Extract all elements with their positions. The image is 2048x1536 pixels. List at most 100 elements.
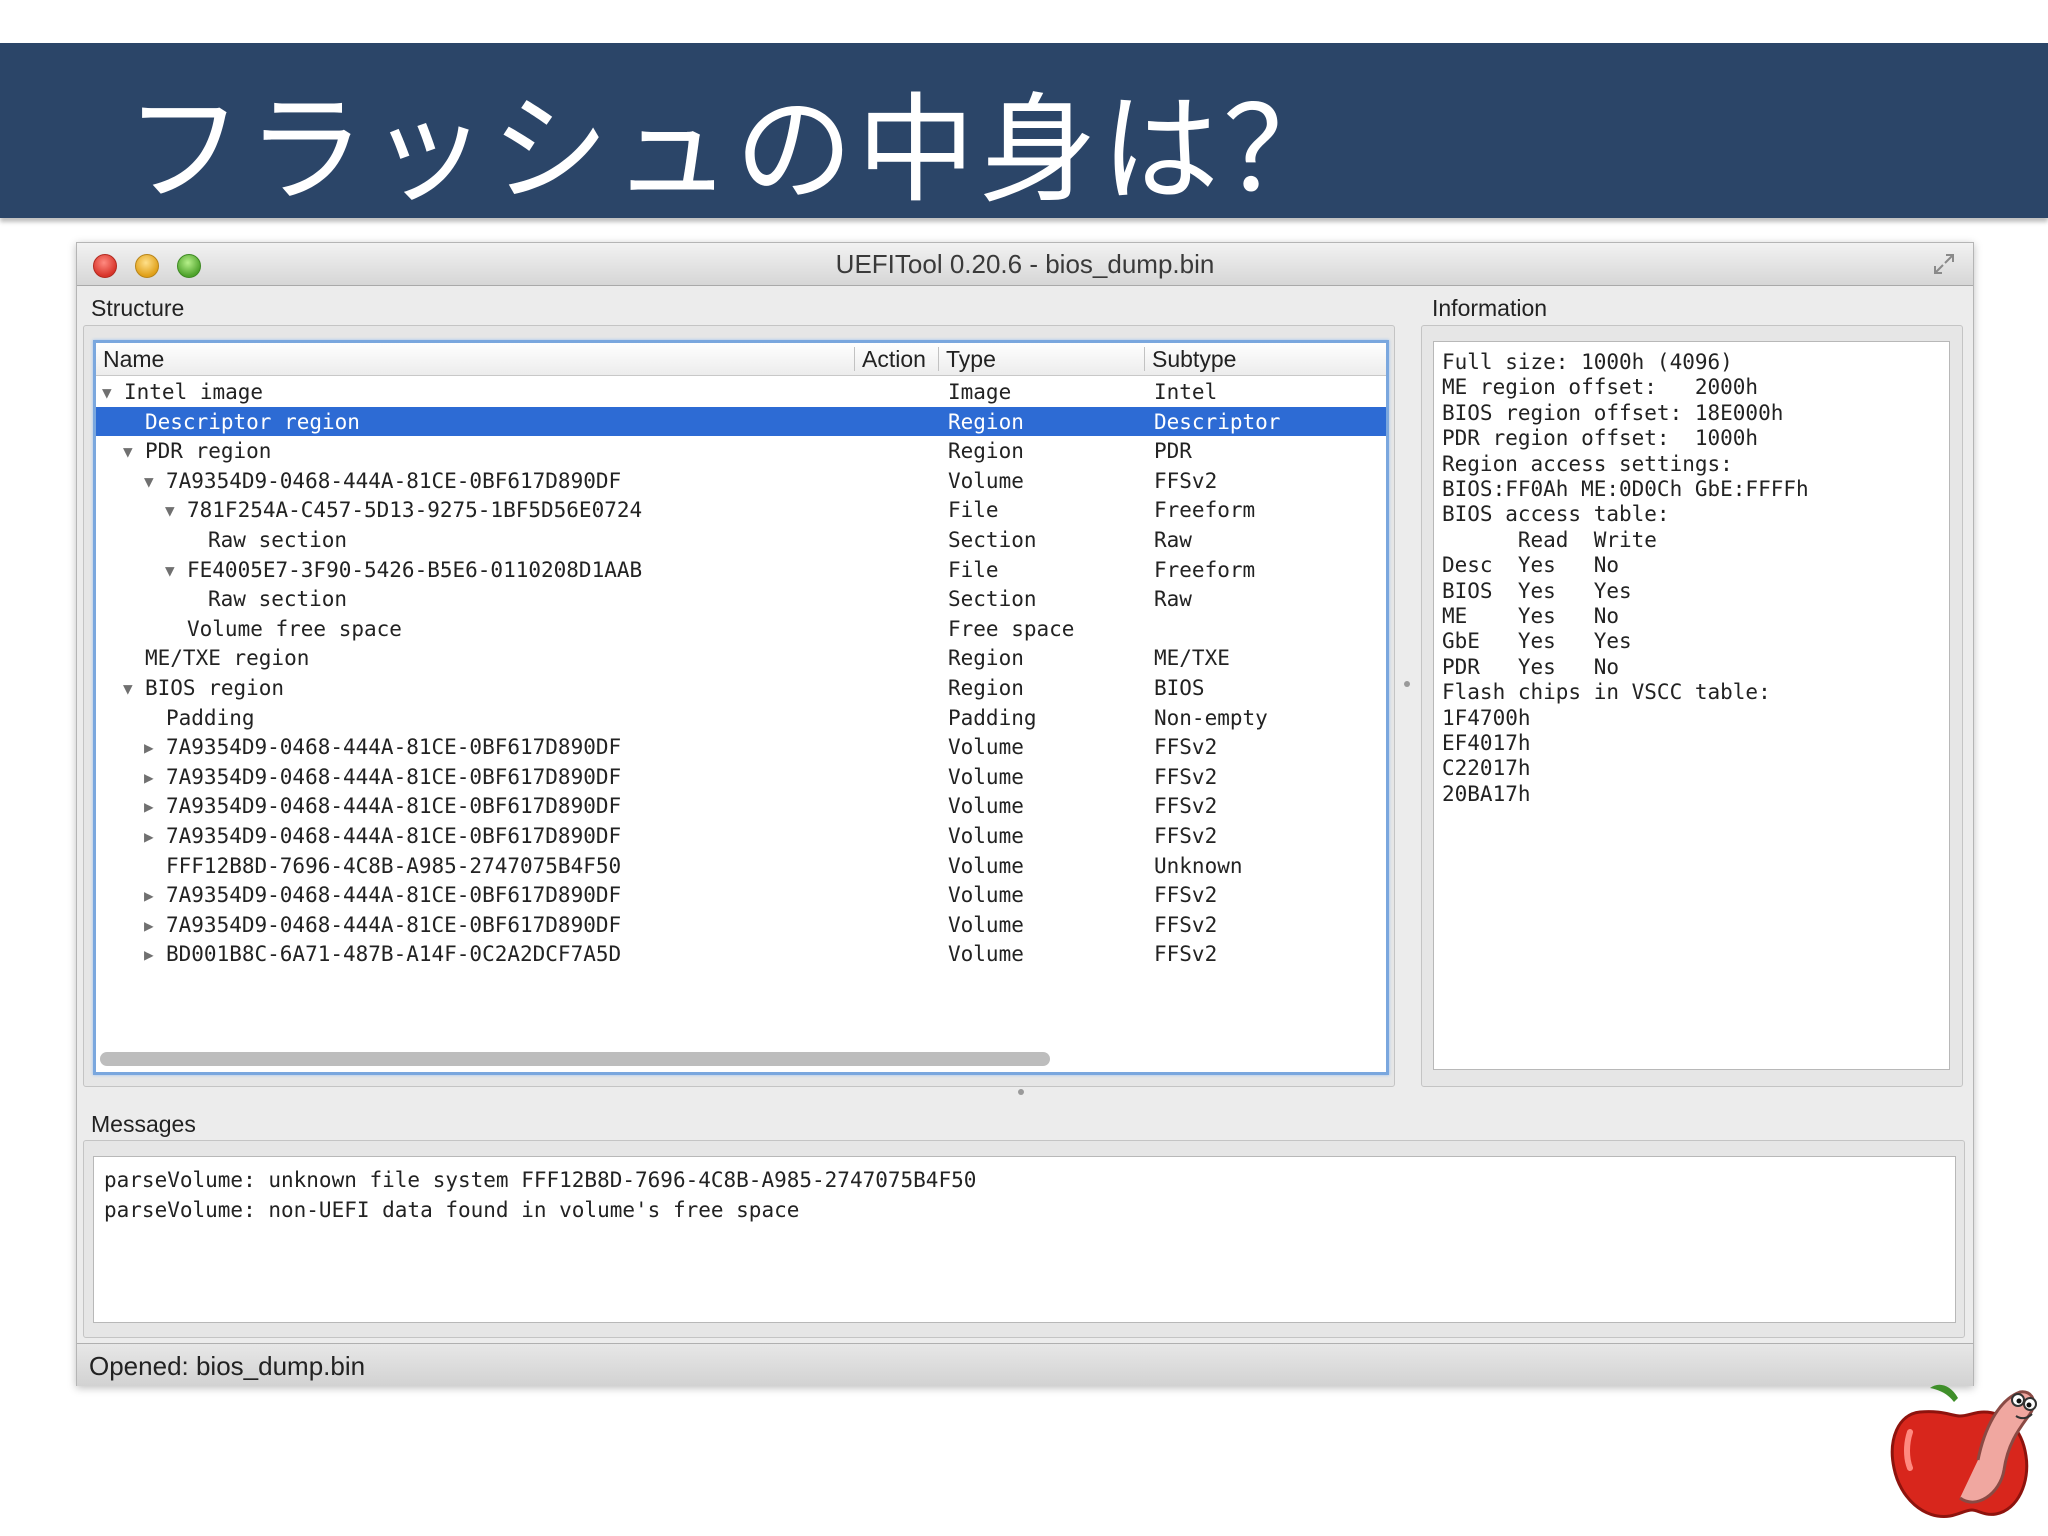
info-line: GbE Yes Yes [1442,629,1632,654]
tree-cell-type: Section [948,587,1037,612]
tree-cell-type: Image [948,380,1012,404]
expand-arrow-right-icon[interactable]: ▶ [144,885,162,907]
tree-cell-subtype: FFSv2 [1154,468,1218,493]
tree-header: Name Action Type Subtype [96,343,1386,376]
tree-cell-subtype: BIOS [1154,675,1205,700]
info-line: PDR region offset: 1000h [1442,426,1759,451]
tree-row[interactable]: ▼ 7A9354D9-0468-444A-81CE-0BF617D890DF Vol… [96,466,1386,496]
info-line: BIOS region offset: 18E000h [1442,400,1784,425]
structure-label: Structure [91,295,185,321]
expand-arrow-down-icon[interactable]: ▼ [144,471,162,493]
tree-cell-name: Raw section [208,527,348,552]
info-line: EF4017h [1442,731,1531,755]
info-line: Flash chips in VSCC table: [1442,680,1771,705]
expand-arrow-down-icon[interactable]: ▼ [102,382,120,404]
info-line: Read Write [1442,527,1657,552]
expand-arrow-down-icon[interactable]: ▼ [165,500,183,522]
tree-row[interactable]: ▶ 7A9354D9-0468-444A-81CE-0BF617D890DF Vol… [96,732,1386,762]
expand-arrow-down-icon[interactable]: ▼ [165,560,183,582]
tree-cell-type: Free space [948,616,1075,641]
info-line: Full size: 1000h (4096) [1442,350,1733,374]
tree-cell-type: Volume [948,883,1024,908]
tree-row[interactable]: Raw section Section Raw [96,584,1386,614]
tree-row[interactable]: ME/TXE region Region ME/TXE [96,643,1386,673]
vertical-splitter-handle[interactable] [1404,681,1410,687]
column-header-name[interactable]: Name [103,346,164,373]
expand-arrow-right-icon[interactable]: ▶ [144,796,162,818]
tree-cell-name: 7A9354D9-0468-444A-81CE-0BF617D890DF [166,735,622,760]
tree-cell-type: Region [948,675,1024,700]
structure-tree[interactable]: Name Action Type Subtype ▼ Intel image Ima… [93,340,1389,1075]
expand-arrow-right-icon[interactable]: ▶ [144,737,162,759]
slide-title: フラッシュの中身は？ [125,81,1346,219]
tree-cell-type: Volume [948,823,1024,848]
tree-cell-type: Volume [948,853,1024,878]
tree-row[interactable]: ▼ BIOS region Region BIOS [96,673,1386,703]
tree-cell-subtype: FFSv2 [1154,883,1218,908]
tree-row[interactable]: ▼ Intel image Image Intel [96,377,1386,407]
tree-row[interactable]: Volume free space Free space [96,614,1386,644]
tree-row[interactable]: ▼ FE4005E7-3F90-5426-B5E6-0110208D1AAB Fil… [96,555,1386,585]
tree-cell-type: File [948,557,999,582]
tree-cell-name: BD001B8C-6A71-487B-A14F-0C2A2DCF7A5D [166,942,622,967]
column-header-action[interactable]: Action [862,346,926,373]
expand-arrow-right-icon[interactable]: ▶ [144,915,162,937]
tree-row[interactable]: ▶ 7A9354D9-0468-444A-81CE-0BF617D890DF Vol… [96,880,1386,910]
expand-arrow-down-icon[interactable]: ▼ [123,678,141,700]
fullscreen-icon[interactable] [1933,253,1955,275]
tree-cell-subtype: Descriptor [1154,409,1281,434]
tree-cell-name: PDR region [145,439,272,464]
tree-cell-name: Intel image [124,380,264,404]
tree-cell-name: 7A9354D9-0468-444A-81CE-0BF617D890DF [166,794,622,819]
tree-cell-name: FFF12B8D-7696-4C8B-A985-2747075B4F50 [166,853,622,878]
status-text: Opened: bios_dump.bin [89,1351,366,1381]
tree-cell-subtype: Freeform [1154,498,1256,523]
info-line: BIOS:FF0Ah ME:0D0Ch GbE:FFFFh [1442,477,1809,501]
tree-row[interactable]: ▼ 781F254A-C457-5D13-9275-1BF5D56E0724 Fil… [96,495,1386,525]
info-line: BIOS Yes Yes [1442,578,1632,603]
tree-cell-name: FE4005E7-3F90-5426-B5E6-0110208D1AAB [187,557,643,582]
info-line: BIOS access table: [1442,502,1670,527]
messages-panel[interactable]: parseVolume: unknown file system FFF12B8… [93,1156,1956,1323]
expand-arrow-down-icon[interactable]: ▼ [123,441,141,463]
tree-row[interactable]: ▶ BD001B8C-6A71-487B-A14F-0C2A2DCF7A5D Vol… [96,939,1386,969]
tree-row[interactable]: FFF12B8D-7696-4C8B-A985-2747075B4F50 Volu… [96,851,1386,881]
tree-cell-name: ME/TXE region [145,646,310,671]
tree-cell-subtype: ME/TXE [1154,646,1230,671]
info-line: PDR Yes No [1442,654,1620,679]
tree-cell-subtype: FFSv2 [1154,794,1218,819]
expand-arrow-right-icon[interactable]: ▶ [144,767,162,789]
tree-row[interactable]: ▶ 7A9354D9-0468-444A-81CE-0BF617D890DF Vol… [96,821,1386,851]
info-line: C22017h [1442,756,1531,781]
window-titlebar[interactable]: UEFITool 0.20.6 - bios_dump.bin [77,243,1973,286]
information-panel[interactable]: Full size: 1000h (4096) ME region offset:… [1433,341,1950,1070]
horizontal-splitter-handle[interactable] [1018,1089,1024,1095]
expand-arrow-right-icon[interactable]: ▶ [144,826,162,848]
tree-row[interactable]: Descriptor region Region Descriptor [96,406,1386,437]
horizontal-scrollbar[interactable] [100,1052,1050,1066]
tree-row[interactable]: Raw section Section Raw [96,525,1386,555]
expand-arrow-right-icon[interactable]: ▶ [144,944,162,966]
tree-row[interactable]: ▶ 7A9354D9-0468-444A-81CE-0BF617D890DF Vol… [96,910,1386,940]
tree-cell-type: Volume [948,912,1024,937]
tree-cell-subtype: FFSv2 [1154,942,1218,967]
column-header-subtype[interactable]: Subtype [1152,346,1236,373]
message-line: parseVolume: unknown file system FFF12B8… [104,1168,977,1192]
tree-cell-subtype: Non-empty [1154,705,1268,730]
status-bar: Opened: bios_dump.bin [77,1343,1973,1386]
tree-cell-type: Section [948,527,1037,552]
tree-cell-name: Volume free space [187,616,402,641]
info-line: ME region offset: 2000h [1442,375,1759,400]
tree-row[interactable]: ▼ PDR region Region PDR [96,436,1386,466]
column-header-type[interactable]: Type [946,346,996,373]
tree-cell-name: 7A9354D9-0468-444A-81CE-0BF617D890DF [166,823,622,848]
tree-cell-name: 7A9354D9-0468-444A-81CE-0BF617D890DF [166,468,622,493]
tree-cell-name: 7A9354D9-0468-444A-81CE-0BF617D890DF [166,912,622,937]
tree-cell-type: Region [948,409,1024,434]
tree-cell-name: BIOS region [145,675,285,700]
tree-row[interactable]: ▶ 7A9354D9-0468-444A-81CE-0BF617D890DF Vol… [96,762,1386,792]
tree-row[interactable]: ▶ 7A9354D9-0468-444A-81CE-0BF617D890DF Vol… [96,791,1386,821]
tree-row[interactable]: Padding Padding Non-empty [96,703,1386,733]
information-label: Information [1432,295,1548,321]
tree-cell-subtype: Unknown [1154,853,1243,878]
